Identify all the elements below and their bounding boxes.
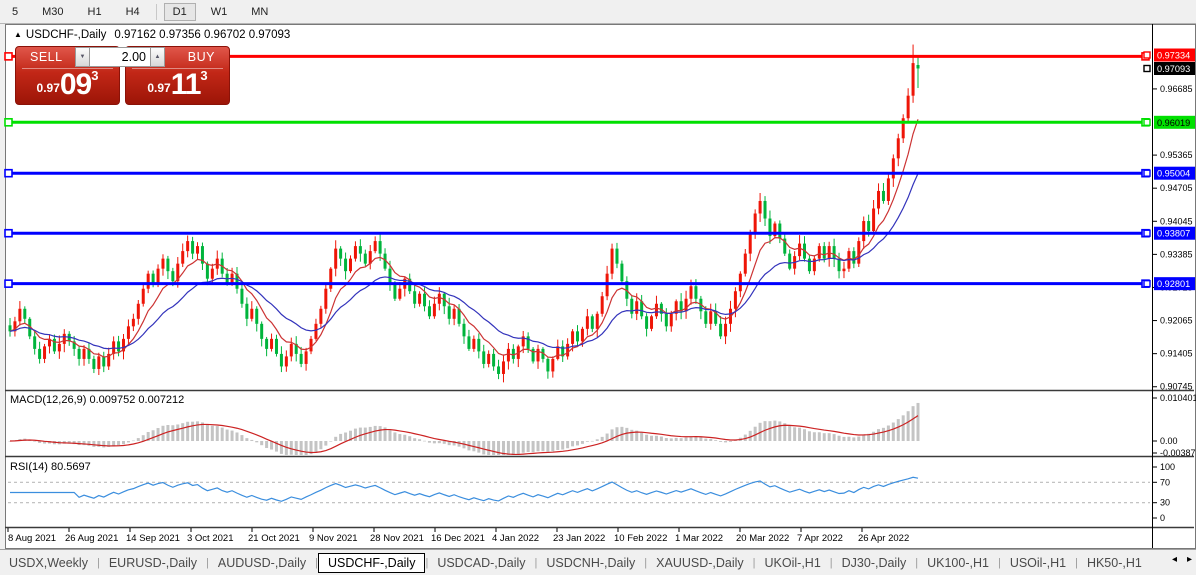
- svg-text:0.96685: 0.96685: [1160, 84, 1193, 94]
- buy-price[interactable]: 0.97113: [126, 68, 229, 102]
- tab-usdcnh-daily[interactable]: USDCNH-,Daily: [537, 553, 644, 573]
- svg-text:0.94705: 0.94705: [1160, 183, 1193, 193]
- svg-text:0.90745: 0.90745: [1160, 382, 1193, 392]
- volume-input[interactable]: [90, 47, 150, 67]
- svg-text:0.97334: 0.97334: [1157, 51, 1190, 61]
- sell-button[interactable]: SELL: [30, 50, 63, 64]
- tab-scroll-left-icon[interactable]: ◂: [1172, 554, 1177, 565]
- timeframe-toolbar: 5 M30 H1 H4 D1 W1 MN: [0, 0, 1196, 24]
- svg-text:21 Oct 2021: 21 Oct 2021: [248, 533, 300, 544]
- sell-price-sup: 3: [91, 68, 98, 83]
- tab-xauusd-daily[interactable]: XAUUSD-,Daily: [647, 553, 753, 573]
- buy-button[interactable]: BUY: [188, 50, 215, 64]
- svg-text:1 Mar 2022: 1 Mar 2022: [675, 533, 723, 544]
- svg-text:0.95365: 0.95365: [1160, 150, 1193, 160]
- timeframe-button-D1[interactable]: D1: [164, 3, 196, 21]
- sell-price[interactable]: 0.97093: [16, 68, 119, 102]
- svg-text:0.93385: 0.93385: [1160, 249, 1193, 259]
- svg-text:7 Apr 2022: 7 Apr 2022: [797, 533, 843, 544]
- tab-scroll-right-icon[interactable]: ▸: [1187, 554, 1192, 565]
- svg-text:0.010401: 0.010401: [1160, 393, 1196, 403]
- volume-decrease-button[interactable]: ▼: [75, 47, 90, 67]
- rsi-label: RSI(14) 80.5697: [10, 461, 91, 473]
- chart-symbol: USDCHF-,Daily: [26, 29, 107, 41]
- svg-text:0.92801: 0.92801: [1157, 279, 1190, 289]
- buy-price-big: 11: [171, 68, 201, 101]
- sell-price-big: 09: [60, 68, 91, 101]
- tab-usdchf-daily[interactable]: USDCHF-,Daily: [318, 553, 426, 573]
- chart-title: ▲ USDCHF-,Daily 0.97162 0.97356 0.96702 0.…: [14, 29, 290, 41]
- timeframe-button-H1[interactable]: H1: [79, 3, 111, 21]
- svg-text:30: 30: [1160, 498, 1170, 508]
- svg-text:0.97093: 0.97093: [1157, 64, 1190, 74]
- svg-text:16 Dec 2021: 16 Dec 2021: [431, 533, 485, 544]
- svg-text:0.91405: 0.91405: [1160, 349, 1193, 359]
- volume-stepper[interactable]: ▼ ▲: [75, 47, 165, 67]
- one-click-trading-panel: SELL 0.97093 BUY 0.97113 ▼ ▲: [15, 46, 228, 104]
- sell-price-prefix: 0.97: [37, 81, 60, 95]
- tab-hk50-h1[interactable]: HK50-,H1: [1078, 553, 1151, 573]
- volume-increase-button[interactable]: ▲: [150, 47, 165, 67]
- svg-text:10 Feb 2022: 10 Feb 2022: [614, 533, 667, 544]
- buy-price-prefix: 0.97: [147, 81, 170, 95]
- svg-text:26 Aug 2021: 26 Aug 2021: [65, 533, 118, 544]
- buy-price-sup: 3: [200, 68, 207, 83]
- toolbar-separator: [156, 4, 157, 20]
- svg-text:9 Nov 2021: 9 Nov 2021: [309, 533, 358, 544]
- chevron-down-icon: ▼: [80, 54, 86, 60]
- timeframe-button-MN[interactable]: MN: [242, 3, 277, 21]
- chart-tab-bar: USDX,Weekly|EURUSD-,Daily|AUDUSD-,Daily|…: [0, 549, 1196, 575]
- svg-text:4 Jan 2022: 4 Jan 2022: [492, 533, 539, 544]
- tab-usoil-h1[interactable]: USOil-,H1: [1001, 553, 1075, 573]
- svg-text:-0.003875: -0.003875: [1160, 448, 1196, 458]
- svg-text:0: 0: [1160, 513, 1165, 523]
- svg-text:28 Nov 2021: 28 Nov 2021: [370, 533, 424, 544]
- timeframe-button-M30[interactable]: M30: [33, 3, 72, 21]
- svg-text:23 Jan 2022: 23 Jan 2022: [553, 533, 605, 544]
- svg-text:0.00: 0.00: [1160, 436, 1178, 446]
- svg-text:0.92065: 0.92065: [1160, 316, 1193, 326]
- svg-text:100: 100: [1160, 462, 1175, 472]
- tab-ukoil-h1[interactable]: UKOil-,H1: [756, 553, 830, 573]
- macd-label: MACD(12,26,9) 0.009752 0.007212: [10, 394, 184, 406]
- svg-text:20 Mar 2022: 20 Mar 2022: [736, 533, 789, 544]
- svg-text:0.94045: 0.94045: [1160, 216, 1193, 226]
- svg-text:0.96019: 0.96019: [1157, 118, 1190, 128]
- tab-usdx-weekly[interactable]: USDX,Weekly: [0, 553, 97, 573]
- tab-usdcad-daily[interactable]: USDCAD-,Daily: [428, 553, 534, 573]
- tab-audusd-daily[interactable]: AUDUSD-,Daily: [209, 553, 315, 573]
- chevron-up-icon: ▲: [155, 54, 161, 60]
- tab-dj30-daily[interactable]: DJ30-,Daily: [833, 553, 916, 573]
- svg-text:26 Apr 2022: 26 Apr 2022: [858, 533, 909, 544]
- chart-ohlc: 0.97162 0.97356 0.96702 0.97093: [114, 29, 290, 41]
- timeframe-button-H4[interactable]: H4: [117, 3, 149, 21]
- timeframe-button-5[interactable]: 5: [3, 3, 27, 21]
- svg-text:14 Sep 2021: 14 Sep 2021: [126, 533, 180, 544]
- tab-uk100-h1[interactable]: UK100-,H1: [918, 553, 998, 573]
- tab-eurusd-daily[interactable]: EURUSD-,Daily: [100, 553, 206, 573]
- svg-text:0.95004: 0.95004: [1157, 169, 1190, 179]
- svg-text:8 Aug 2021: 8 Aug 2021: [8, 533, 56, 544]
- svg-text:70: 70: [1160, 477, 1170, 487]
- collapse-icon[interactable]: ▲: [14, 30, 22, 39]
- timeframe-button-W1[interactable]: W1: [202, 3, 237, 21]
- svg-text:0.93807: 0.93807: [1157, 229, 1190, 239]
- svg-text:3 Oct 2021: 3 Oct 2021: [187, 533, 233, 544]
